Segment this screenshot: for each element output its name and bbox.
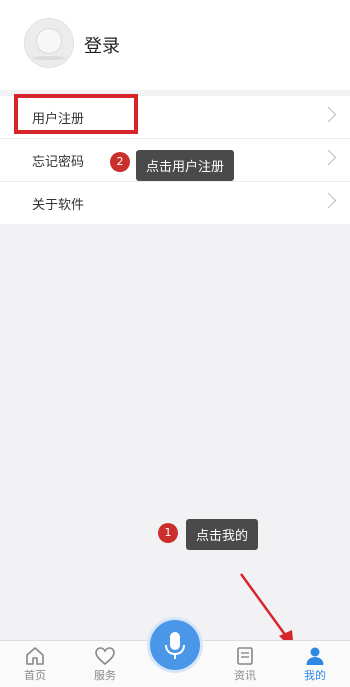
- document-icon: [237, 647, 253, 665]
- tab-label: 首页: [24, 669, 46, 682]
- tab-label: 服务: [94, 669, 116, 682]
- tab-home[interactable]: 首页: [5, 641, 65, 687]
- heart-icon: [95, 647, 115, 666]
- red-arrow-icon: [239, 573, 294, 650]
- voice-button[interactable]: [150, 620, 200, 670]
- microphone-icon: [165, 632, 185, 659]
- tab-label: 资讯: [234, 669, 256, 682]
- voice-button-wrap: [147, 617, 203, 673]
- person-icon: [306, 647, 324, 665]
- tab-mine[interactable]: 我的: [285, 641, 345, 687]
- home-icon: [26, 647, 44, 665]
- tab-services[interactable]: 服务: [75, 641, 135, 687]
- tab-news[interactable]: 资讯: [215, 641, 275, 687]
- tab-label: 我的: [304, 669, 326, 682]
